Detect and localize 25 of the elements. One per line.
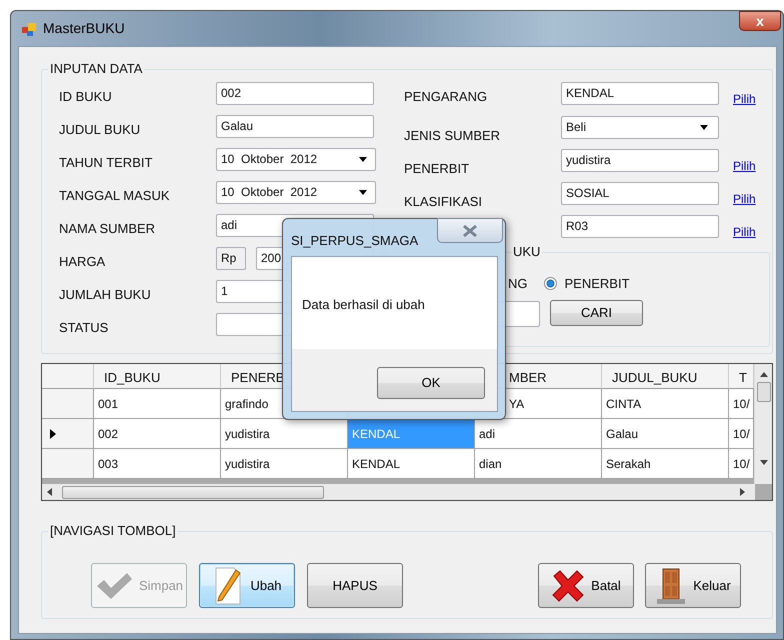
field-label: JENIS SUMBER [404, 127, 502, 145]
field-value: Beli [566, 119, 586, 136]
column-header: JUDUL_BUKU [602, 364, 729, 389]
field-value: 10 Oktober 2012 [221, 151, 318, 168]
column-header: T [729, 364, 754, 389]
column-header: ID_BUKU [94, 364, 221, 389]
field-label: NAMA SUMBER [59, 220, 156, 238]
field-label: TANGGAL MASUK [59, 187, 171, 205]
radio-label: PENERBIT [564, 275, 630, 293]
dialog-message: Data berhasil di ubah [292, 257, 497, 349]
field-label: ID BUKU [59, 88, 113, 106]
field-label: KLASIFIKASI [404, 193, 484, 211]
field-value: 10 Oktober 2012 [221, 184, 318, 201]
field-label: STATUS [59, 319, 110, 337]
dialog-title: SI_PERPUS_SMAGA [291, 232, 418, 250]
field-label: JUDUL BUKU [59, 121, 142, 139]
field-label: PENGARANG [404, 88, 488, 106]
currency-prefix: Rp [216, 247, 246, 270]
field-label: PENERBIT [404, 160, 470, 178]
field-label: TAHUN TERBIT [59, 154, 154, 172]
field-label: HARGA [59, 253, 106, 271]
group-label: [NAVIGASI TOMBOL] [48, 523, 178, 539]
radio-label: NG [508, 275, 528, 293]
field-label: JUMLAH BUKU [59, 286, 152, 304]
window-title: MasterBUKU [43, 19, 125, 38]
